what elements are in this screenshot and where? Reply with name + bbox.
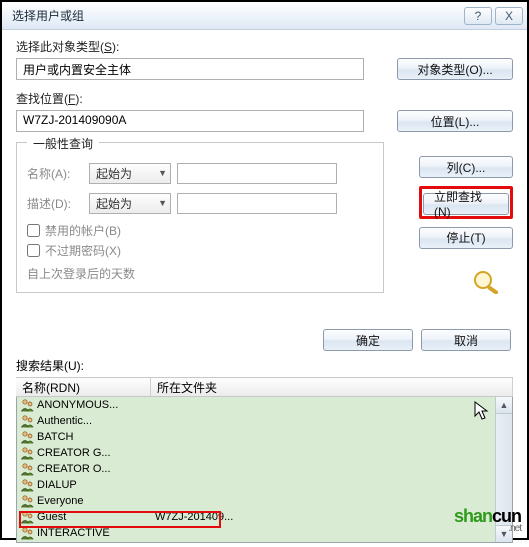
- non-expiring-password-checkbox[interactable]: 不过期密码(X): [27, 241, 371, 259]
- list-item[interactable]: CREATOR G...: [17, 445, 512, 461]
- results-header: 名称(RDN) 所在文件夹: [16, 377, 513, 397]
- location-section: 查找位置(F): W7ZJ-201409090A 位置(L)...: [16, 90, 513, 132]
- column-folder[interactable]: 所在文件夹: [151, 378, 513, 396]
- location-field: W7ZJ-201409090A: [16, 110, 364, 132]
- results-list[interactable]: ▲ ▼ ANONYMOUS... Authentic... BATCH CREATOR…: [16, 397, 513, 543]
- column-name[interactable]: 名称(RDN): [16, 378, 151, 396]
- user-group-icon: [19, 494, 35, 508]
- search-icon: [469, 268, 505, 294]
- highlight-find-now: 立即查找(N): [419, 186, 513, 219]
- row-name: CREATOR O...: [37, 463, 155, 475]
- row-name: DIALUP: [37, 479, 155, 491]
- scrollbar[interactable]: ▲ ▼: [495, 397, 512, 542]
- help-button[interactable]: ?: [464, 7, 492, 25]
- side-buttons: 列(C)... 立即查找(N) 停止(T): [419, 156, 513, 249]
- chevron-down-icon: ▼: [158, 198, 167, 208]
- checkbox-icon[interactable]: [27, 244, 40, 257]
- user-group-icon: [19, 414, 35, 428]
- row-name: Guest: [37, 511, 155, 523]
- user-group-icon: [19, 462, 35, 476]
- name-combo[interactable]: 起始为▼: [89, 163, 171, 184]
- common-queries-group: 一般性查询 名称(A): 起始为▼ 描述(D): 起始为▼ 禁用的帐户(B) 不…: [16, 142, 384, 293]
- user-group-icon: [19, 526, 35, 540]
- object-type-field: 用户或内置安全主体: [16, 58, 364, 80]
- locations-button[interactable]: 位置(L)...: [397, 110, 513, 132]
- close-button[interactable]: X: [495, 7, 523, 25]
- cancel-button[interactable]: 取消: [421, 329, 511, 351]
- disabled-accounts-checkbox[interactable]: 禁用的帐户(B): [27, 221, 371, 239]
- find-now-button[interactable]: 立即查找(N): [423, 193, 509, 215]
- checkbox-icon[interactable]: [27, 224, 40, 237]
- user-group-icon: [19, 446, 35, 460]
- row-name: Everyone: [37, 495, 155, 507]
- row-name: Authentic...: [37, 415, 155, 427]
- dialog-content: 选择此对象类型(S): 用户或内置安全主体 对象类型(O)... 查找位置(F)…: [2, 30, 527, 547]
- list-item[interactable]: DIALUP: [17, 477, 512, 493]
- stop-button[interactable]: 停止(T): [419, 227, 513, 249]
- name-label: 名称(A):: [27, 165, 89, 182]
- list-item[interactable]: CREATOR O...: [17, 461, 512, 477]
- list-item[interactable]: Authentic...: [17, 413, 512, 429]
- object-type-section: 选择此对象类型(S): 用户或内置安全主体 对象类型(O)...: [16, 38, 513, 80]
- object-types-button[interactable]: 对象类型(O)...: [397, 58, 513, 80]
- chevron-down-icon: ▼: [158, 168, 167, 178]
- titlebar: 选择用户或组 ? X: [2, 2, 527, 30]
- user-group-icon: [19, 398, 35, 412]
- dialog-footer: 确定 取消: [16, 329, 511, 351]
- name-input[interactable]: [177, 163, 337, 184]
- row-name: BATCH: [37, 431, 155, 443]
- ok-button[interactable]: 确定: [323, 329, 413, 351]
- row-folder: W7ZJ-201409...: [155, 511, 512, 523]
- list-item[interactable]: BATCH: [17, 429, 512, 445]
- location-label: 查找位置(F):: [16, 90, 513, 107]
- groupbox-legend: 一般性查询: [27, 135, 99, 152]
- user-group-icon: [19, 510, 35, 524]
- user-group-icon: [19, 430, 35, 444]
- list-item[interactable]: Everyone: [17, 493, 512, 509]
- row-name: ANONYMOUS...: [37, 399, 155, 411]
- description-label: 描述(D):: [27, 195, 89, 212]
- list-item[interactable]: INTERACTIVE: [17, 525, 512, 541]
- object-type-label: 选择此对象类型(S):: [16, 38, 513, 55]
- description-combo[interactable]: 起始为▼: [89, 193, 171, 214]
- user-group-icon: [19, 478, 35, 492]
- window-title: 选择用户或组: [12, 7, 461, 24]
- list-item[interactable]: GuestW7ZJ-201409...: [17, 509, 512, 525]
- columns-button[interactable]: 列(C)...: [419, 156, 513, 178]
- days-since-login-label: 自上次登录后的天数: [27, 265, 371, 282]
- scroll-up-icon[interactable]: ▲: [496, 397, 512, 414]
- row-name: CREATOR G...: [37, 447, 155, 459]
- search-results-label: 搜索结果(U):: [16, 357, 513, 374]
- list-item[interactable]: ANONYMOUS...: [17, 397, 512, 413]
- scroll-down-icon[interactable]: ▼: [496, 525, 512, 542]
- row-name: INTERACTIVE: [37, 527, 155, 539]
- description-input[interactable]: [177, 193, 337, 214]
